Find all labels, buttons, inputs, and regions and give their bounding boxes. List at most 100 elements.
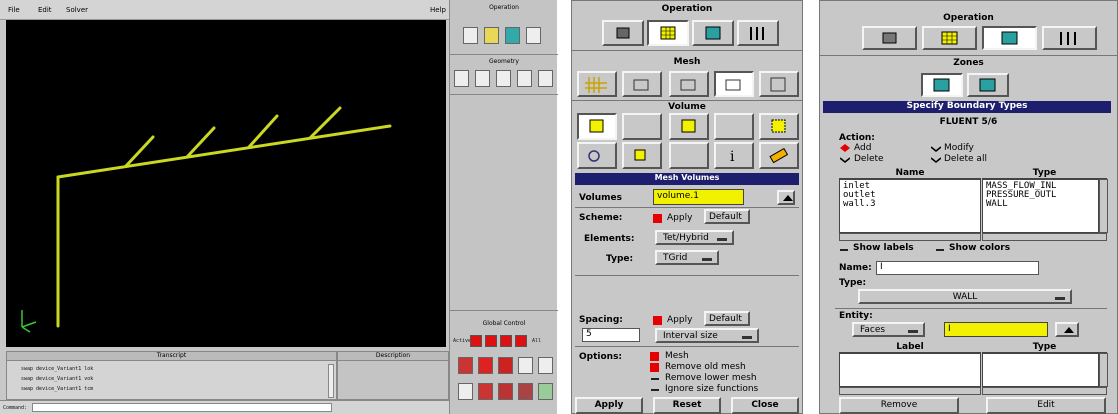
type-dropdown[interactable]: TGrid [655, 250, 719, 265]
continuum-zones-button[interactable] [967, 73, 1009, 97]
zones-op-button[interactable] [692, 20, 734, 46]
info-button[interactable]: i [714, 142, 754, 169]
mesh-op-button[interactable] [922, 26, 977, 50]
blank-button-2[interactable] [714, 113, 754, 140]
geometry-op-button[interactable] [602, 20, 644, 46]
entity-picker-button[interactable] [1055, 322, 1079, 337]
transcript-scrollbar[interactable] [328, 364, 334, 398]
delete-all-radio-icon[interactable] [931, 157, 941, 163]
edit-button[interactable]: Edit [986, 397, 1106, 414]
geometry-op-button[interactable] [463, 27, 478, 44]
entity-label-list[interactable] [839, 353, 981, 387]
edge-mesh-button[interactable] [622, 71, 662, 97]
erase-button[interactable] [759, 142, 799, 169]
type-dropdown[interactable]: WALL [858, 289, 1072, 304]
menu-edit[interactable]: Edit [38, 6, 52, 14]
view-button[interactable] [498, 357, 513, 374]
menu-help[interactable]: Help [430, 6, 446, 14]
entity-type-list[interactable] [982, 353, 1099, 387]
tools-op-button[interactable] [737, 20, 779, 46]
zone-type-list[interactable]: MASS_FLOW_INL PRESSURE_OUTL WALL [982, 179, 1099, 233]
mode-button[interactable] [498, 383, 513, 400]
blank-button-1[interactable] [622, 113, 662, 140]
spacing-mode-dropdown[interactable]: Interval size [655, 328, 759, 343]
name-input[interactable]: I [876, 261, 1039, 275]
modify-radio-icon[interactable] [931, 146, 941, 152]
spacing-default-button[interactable]: Default [704, 311, 750, 326]
group-mesh-button[interactable] [759, 71, 799, 97]
option-mesh-checkbox[interactable] [650, 352, 659, 361]
pan-button[interactable] [538, 357, 553, 374]
active-toggle-1[interactable] [470, 335, 482, 347]
add-radio-selected-icon[interactable] [840, 144, 850, 152]
zones-op-button[interactable] [505, 27, 520, 44]
show-colors-checkbox[interactable] [936, 249, 944, 251]
volume-button[interactable] [517, 70, 532, 87]
spacing-value-input[interactable]: 5 [582, 328, 640, 342]
modify-volume-button[interactable] [622, 142, 662, 169]
lower-vertical-scrollbar[interactable] [1099, 353, 1108, 387]
scheme-apply-checkbox[interactable] [653, 214, 662, 223]
remove-button[interactable]: Remove [839, 397, 959, 414]
option-remove-lower-checkbox[interactable] [651, 378, 659, 380]
color-button[interactable] [518, 383, 533, 400]
show-labels-checkbox[interactable] [840, 249, 848, 251]
upper-vertical-scrollbar[interactable] [1099, 179, 1108, 233]
boundary-layer-button[interactable] [577, 71, 617, 97]
orbit-button[interactable] [478, 357, 493, 374]
face-button[interactable] [496, 70, 511, 87]
list-item[interactable]: wall.3 [840, 200, 980, 209]
label-horizontal-scrollbar[interactable] [839, 387, 981, 395]
control-panel: Operation Geometry Global Control Active… [449, 0, 558, 414]
type-horizontal-scrollbar[interactable] [982, 233, 1107, 241]
active-toggle-2[interactable] [485, 335, 497, 347]
close-button[interactable]: Close [731, 397, 799, 414]
fit-button[interactable] [458, 357, 473, 374]
zones-op-button[interactable] [982, 26, 1037, 50]
select-button[interactable] [458, 383, 473, 400]
scheme-default-button[interactable]: Default [704, 209, 750, 224]
entity-dropdown[interactable]: Faces [852, 322, 925, 337]
graphics-viewport[interactable] [6, 20, 446, 347]
lower-type-horizontal-scrollbar[interactable] [982, 387, 1107, 395]
tools-op-button[interactable] [1042, 26, 1097, 50]
active-toggle-3[interactable] [500, 335, 512, 347]
elements-dropdown[interactable]: Tet/Hybrid [655, 230, 734, 245]
volumes-input[interactable]: volume.1 [653, 189, 744, 205]
zone-name-list[interactable]: inlet outlet wall.3 [839, 179, 981, 233]
apply-button[interactable]: Apply [575, 397, 643, 414]
volumes-picker-button[interactable] [777, 190, 795, 205]
boundary-zones-button[interactable] [921, 73, 963, 97]
smooth-volume-button[interactable] [669, 113, 709, 140]
menu-solver[interactable]: Solver [66, 6, 88, 14]
reset-button[interactable]: Reset [653, 397, 721, 414]
command-input[interactable] [32, 403, 332, 412]
option-remove-old-checkbox[interactable] [650, 363, 659, 372]
query-button[interactable] [538, 383, 553, 400]
menu-file[interactable]: File [8, 6, 20, 14]
volume-mesh-button[interactable] [714, 71, 754, 97]
render-button[interactable] [518, 357, 533, 374]
delete-radio-icon[interactable] [840, 157, 850, 163]
dotted-volume-button[interactable] [759, 113, 799, 140]
option-ignore-size-checkbox[interactable] [651, 389, 659, 391]
geometry-op-button[interactable] [862, 26, 917, 50]
geometry-title: Geometry [489, 58, 519, 65]
tools-op-button[interactable] [526, 27, 541, 44]
edge-button[interactable] [475, 70, 490, 87]
vertex-button[interactable] [454, 70, 469, 87]
mesh-op-button[interactable] [484, 27, 499, 44]
list-item[interactable]: WALL [983, 200, 1098, 209]
spacing-apply-checkbox[interactable] [653, 316, 662, 325]
label-button[interactable] [478, 383, 493, 400]
active-toggle-4[interactable] [515, 335, 527, 347]
link-volume-button[interactable] [577, 142, 617, 169]
entity-input[interactable]: I [944, 322, 1048, 337]
name-horizontal-scrollbar[interactable] [839, 233, 981, 241]
mesh-op-button[interactable] [647, 20, 689, 46]
mesh-volumes-button[interactable] [577, 113, 617, 140]
active-all-label[interactable]: All [532, 338, 541, 344]
group-button[interactable] [538, 70, 553, 87]
face-mesh-button[interactable] [669, 71, 709, 97]
blank-button-3[interactable] [669, 142, 709, 169]
